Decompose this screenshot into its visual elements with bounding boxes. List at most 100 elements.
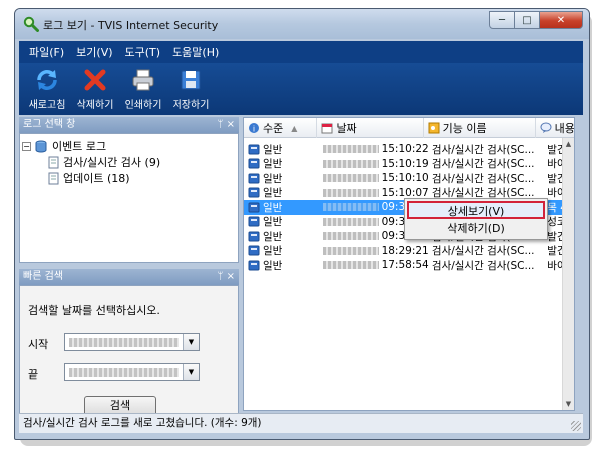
row-date-redacted <box>322 232 379 241</box>
column-level[interactable]: i 수준 ▲ <box>244 118 318 138</box>
row-function: 검사/실시간 검사(SC... <box>431 158 535 171</box>
column-date-label: 날짜 <box>336 122 357 135</box>
maximize-button[interactable]: □ <box>514 11 540 29</box>
row-date-redacted <box>322 159 379 168</box>
row-time-text: 15:10:10 <box>381 172 429 185</box>
refresh-label: 새로고침 <box>28 100 66 111</box>
end-label: 끝 <box>28 368 39 381</box>
log-select-pin-close[interactable]: ᛘ × <box>217 117 235 133</box>
row-level-text: 일반 <box>263 216 283 229</box>
quick-search-panel: 검색할 날짜를 선택하십시오. 시작 ▼ 끝 ▼ 검색 <box>19 285 239 423</box>
row-date-redacted <box>322 145 379 154</box>
row-time-text: 17:58:54 <box>381 259 429 272</box>
log-entry-icon <box>248 260 260 271</box>
status-text: 검사/실시간 검사 로그를 새로 고쳤습니다. (개수: 9개) <box>23 417 262 429</box>
save-label: 저장하기 <box>172 100 210 111</box>
row-function: 검사/실시간 검사(SC... <box>431 143 535 156</box>
row-level: 일반 <box>244 243 320 258</box>
row-date-redacted <box>322 174 379 183</box>
context-view-details[interactable]: 상세보기(V) <box>407 201 545 219</box>
sort-ascending-icon: ▲ <box>291 123 298 133</box>
tree-item-scan[interactable]: 검사/실시간 검사 (9) <box>22 154 236 170</box>
row-level-text: 일반 <box>263 187 283 200</box>
menu-help[interactable]: 도움말(H) <box>172 44 219 60</box>
scroll-up-icon[interactable]: ▲ <box>563 138 574 150</box>
magnifier-app-icon <box>23 16 39 32</box>
menu-view[interactable]: 보기(V) <box>76 44 112 60</box>
row-level: 일반 <box>244 142 320 157</box>
row-date-redacted <box>322 261 379 270</box>
end-date-value-redacted <box>69 368 179 377</box>
table-row[interactable]: 일반15:10:19검사/실시간 검사(SC...바이러스 <box>244 156 574 172</box>
search-prompt: 검색할 날짜를 선택하십시오. <box>28 304 160 317</box>
row-level-text: 일반 <box>263 158 283 171</box>
row-date: 15:10:10 <box>320 172 429 184</box>
scroll-down-icon[interactable]: ▼ <box>563 398 574 410</box>
save-button[interactable]: 저장하기 <box>167 63 215 115</box>
close-button[interactable]: ✕ <box>539 11 583 29</box>
row-level-text: 일반 <box>263 201 283 214</box>
row-date-redacted <box>322 203 379 212</box>
floppy-save-icon <box>181 70 201 90</box>
menu-file[interactable]: 파일(F) <box>29 44 64 60</box>
table-row[interactable]: 일반15:10:10검사/실시간 검사(SC...발견된 항 <box>244 171 574 186</box>
row-function: 검사/실시간 검사(SC... <box>431 172 535 185</box>
log-entry-icon <box>248 245 260 256</box>
row-function: 검사/실시간 검사(SC... <box>431 259 535 272</box>
quick-search-title: 빠른 검색 <box>23 271 63 282</box>
chevron-down-icon[interactable]: ▼ <box>183 334 199 350</box>
column-date[interactable]: 날짜 <box>317 118 424 138</box>
row-level-text: 일반 <box>263 245 283 258</box>
left-pane: 로그 선택 창 ᛘ × − 이벤트 로그 검사/실시간 검사 (9) 업데이트 … <box>19 117 239 423</box>
printer-icon <box>132 69 154 91</box>
document-icon <box>48 156 59 168</box>
log-entry-icon <box>248 202 260 213</box>
row-function: 검사/실시간 검사(SC... <box>431 245 535 258</box>
print-button[interactable]: 인쇄하기 <box>119 63 167 115</box>
row-level-text: 일반 <box>263 230 283 243</box>
table-row[interactable]: 일반18:29:21검사/실시간 검사(SC...발견된 항 <box>244 243 574 259</box>
tree-item-update[interactable]: 업데이트 (18) <box>22 170 236 186</box>
row-time-text: 15:10:22 <box>381 143 429 156</box>
key-icon <box>428 122 440 134</box>
toolbar: 새로고침 삭제하기 인쇄하기 저장하기 <box>19 63 583 115</box>
title-bar[interactable]: 로그 보기 - TVIS Internet Security ─ □ ✕ <box>15 9 589 39</box>
context-delete[interactable]: 삭제하기(D) <box>407 220 545 238</box>
print-label: 인쇄하기 <box>124 100 162 111</box>
menu-bar: 파일(F) 보기(V) 도구(T) 도움말(H) <box>19 41 583 63</box>
menu-tools[interactable]: 도구(T) <box>125 44 161 60</box>
end-date-picker[interactable]: ▼ <box>64 363 200 381</box>
delete-button[interactable]: 삭제하기 <box>71 63 119 115</box>
tree-root[interactable]: − 이벤트 로그 <box>22 138 236 154</box>
log-entry-icon <box>248 158 260 169</box>
row-date: 15:10:07 <box>320 187 429 199</box>
row-level: 일반 <box>244 258 320 273</box>
table-row[interactable]: 일반15:10:22검사/실시간 검사(SC...발견된 항 <box>244 142 574 157</box>
row-date-redacted <box>322 188 379 197</box>
quick-search-pin-close[interactable]: ᛘ × <box>217 269 235 285</box>
row-level: 일반 <box>244 229 320 244</box>
start-date-value-redacted <box>69 338 179 347</box>
refresh-button[interactable]: 새로고침 <box>23 63 71 115</box>
chevron-down-icon[interactable]: ▼ <box>183 364 199 380</box>
log-select-header: 로그 선택 창 ᛘ × <box>19 117 239 133</box>
log-select-title: 로그 선택 창 <box>23 119 76 130</box>
start-date-picker[interactable]: ▼ <box>64 333 200 351</box>
quick-search-header: 빠른 검색 ᛘ × <box>19 269 239 285</box>
column-function[interactable]: 기능 이름 <box>424 118 536 138</box>
column-content-label: 내용 <box>554 122 575 135</box>
row-level: 일반 <box>244 156 320 171</box>
document-icon <box>48 172 59 184</box>
minimize-button[interactable]: ─ <box>489 11 515 29</box>
log-entry-icon <box>248 216 260 227</box>
tree-item-scan-label: 검사/실시간 검사 (9) <box>63 156 161 169</box>
start-label: 시작 <box>28 338 49 351</box>
table-row[interactable]: 일반17:58:54검사/실시간 검사(SC...바이러스 <box>244 258 574 273</box>
collapse-toggle[interactable]: − <box>22 141 31 151</box>
column-content[interactable]: 내용 <box>536 118 575 138</box>
row-level: 일반 <box>244 171 320 186</box>
row-level: 일반 <box>244 185 320 200</box>
resize-grip[interactable] <box>571 421 581 431</box>
vertical-scrollbar[interactable]: ▲ ▼ <box>562 138 574 410</box>
column-header: i 수준 ▲ 날짜 기능 이름 내용 <box>244 118 575 138</box>
